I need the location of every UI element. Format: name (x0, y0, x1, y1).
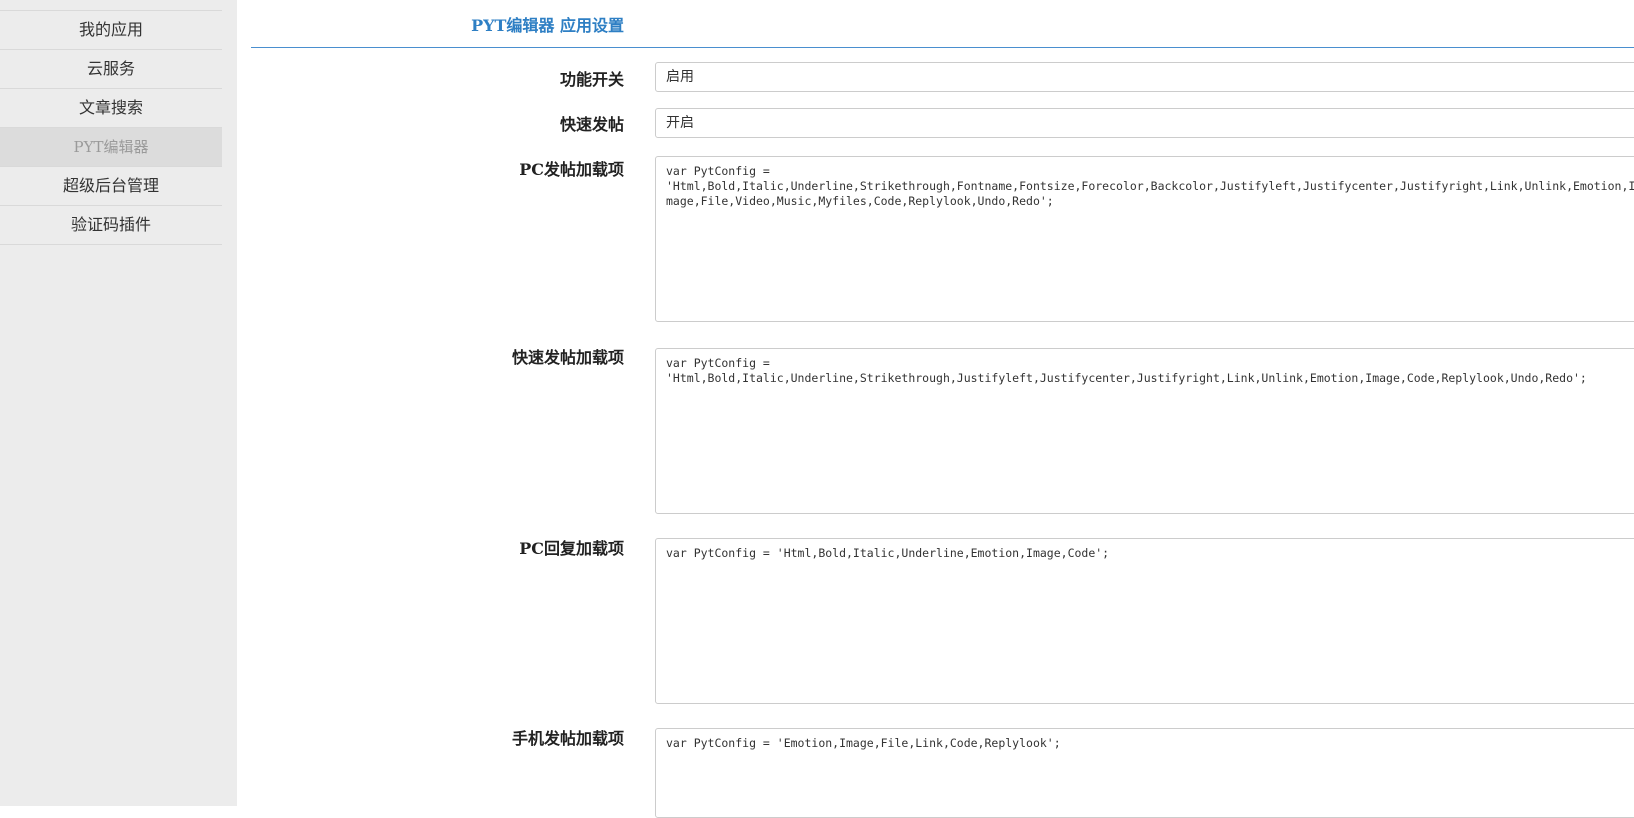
sidebar-item-label: 云服务 (86, 59, 135, 78)
sidebar-item-my-apps[interactable]: 我的应用 (0, 11, 222, 50)
quick-post-config-label: 快速发帖加载项 (511, 348, 624, 367)
sidebar-item-cloud-service[interactable]: 云服务 (0, 50, 222, 89)
pc-post-config-label: PC发帖加载项 (519, 160, 624, 179)
sidebar-item-label: 验证码插件 (70, 215, 151, 234)
main-content: PYT编辑器 应用设置 功能开关 启用 快速发帖 开启 PC发帖加载项 var … (237, 0, 1634, 818)
sidebar-item-captcha-plugin[interactable]: 验证码插件 (0, 206, 222, 245)
page-title: PYT编辑器 应用设置 (471, 16, 624, 35)
quick-post-label: 快速发帖 (559, 115, 624, 134)
sidebar-item-pyt-editor[interactable]: PYT编辑器 (0, 128, 222, 167)
sidebar-item-label: 超级后台管理 (62, 176, 159, 195)
sidebar: 我的应用 云服务 文章搜索 PYT编辑器 超级后台管理 验证码插件 (0, 0, 237, 806)
feature-switch-select[interactable]: 启用 (655, 62, 1634, 92)
pc-reply-config-label: PC回复加载项 (519, 539, 624, 558)
feature-switch-label: 功能开关 (559, 70, 624, 89)
sidebar-item-article-search[interactable]: 文章搜索 (0, 89, 222, 128)
sidebar-item-label: PYT编辑器 (73, 138, 149, 156)
sidebar-item-label: 我的应用 (78, 20, 143, 39)
pc-reply-config-textarea[interactable]: var PytConfig = 'Html,Bold,Italic,Underl… (655, 538, 1634, 704)
sidebar-nav: 我的应用 云服务 文章搜索 PYT编辑器 超级后台管理 验证码插件 (0, 10, 222, 245)
quick-post-config-textarea[interactable]: var PytConfig = 'Html,Bold,Italic,Underl… (655, 348, 1634, 514)
sidebar-item-super-admin[interactable]: 超级后台管理 (0, 167, 222, 206)
quick-post-select[interactable]: 开启 (655, 108, 1634, 138)
mobile-post-config-textarea[interactable]: var PytConfig = 'Emotion,Image,File,Link… (655, 728, 1634, 818)
page-header: PYT编辑器 应用设置 (251, 0, 1634, 48)
pc-post-config-textarea[interactable]: var PytConfig = 'Html,Bold,Italic,Underl… (655, 156, 1634, 322)
sidebar-item-label: 文章搜索 (78, 98, 143, 117)
mobile-post-config-label: 手机发帖加载项 (511, 729, 624, 748)
